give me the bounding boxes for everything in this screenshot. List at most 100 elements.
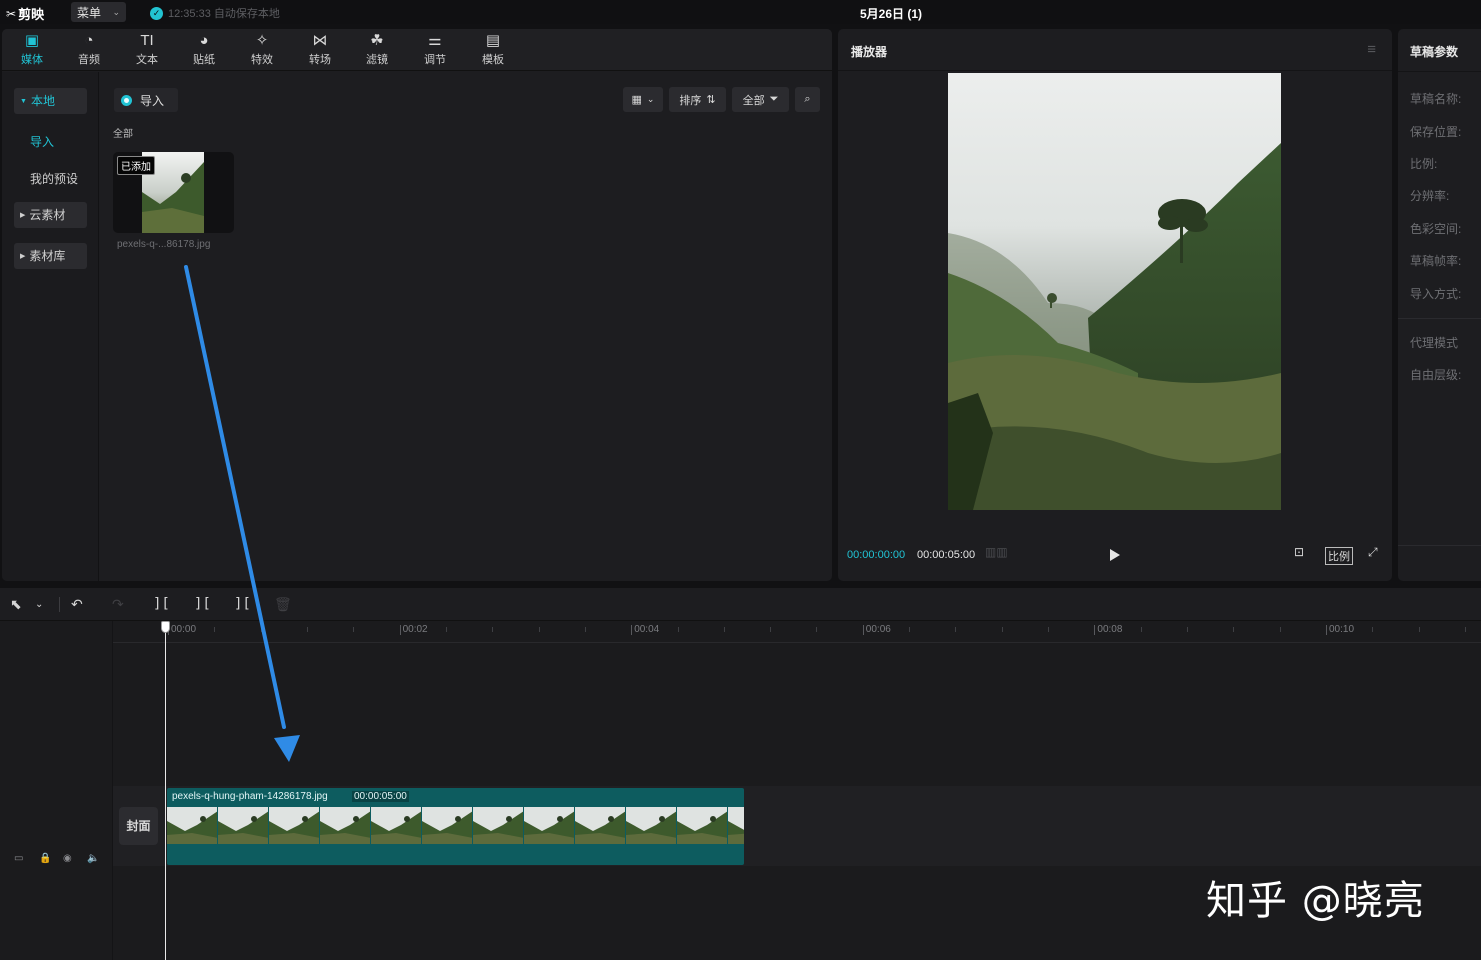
clip-filmstrip <box>167 807 744 844</box>
tab-text[interactable]: TI 文本 <box>120 31 174 69</box>
tab-label: 贴纸 <box>193 54 215 66</box>
ruler-tick <box>1048 627 1050 632</box>
split-icon[interactable]: ][ <box>153 596 170 612</box>
import-icon <box>121 94 132 106</box>
current-time: 00:00:00:00 <box>847 549 906 561</box>
side-item-local[interactable]: ▼ 本地 <box>14 88 87 114</box>
import-button[interactable]: 导入 <box>114 88 178 112</box>
ruler-tick <box>770 627 772 632</box>
project-title: 5月26日 (1) <box>860 7 923 21</box>
hamburger-menu-icon[interactable]: ≡ <box>1367 41 1376 58</box>
media-item-filename: pexels-q-...86178.jpg <box>117 239 211 250</box>
fit-view-icon[interactable]: ⊡ <box>1294 545 1304 559</box>
total-time: 00:00:05:00 <box>917 549 976 561</box>
ruler-label: 00:10 <box>1325 624 1355 635</box>
tab-label: 调节 <box>424 54 446 66</box>
ruler-tick <box>1464 627 1466 632</box>
watermark: 知乎 @晓亮 <box>1206 878 1425 924</box>
tab-label: 模板 <box>482 54 504 66</box>
ruler-label: 00:00 <box>167 624 197 635</box>
volume-icon[interactable]: 🔈 <box>87 853 99 864</box>
trim-left-icon[interactable]: ][ <box>194 596 211 612</box>
draft-params-panel: 草稿参数 草稿名称: 保存位置: 比例: 分辨率: 色彩空间: 草稿帧率: 导入… <box>1398 29 1481 581</box>
ratio-button[interactable]: 比例 <box>1325 547 1353 565</box>
undo-icon[interactable]: ↶ <box>71 596 83 613</box>
ruler-label: 00:06 <box>862 624 891 635</box>
chevron-down-icon: ⌄ <box>646 94 655 104</box>
ruler-tick <box>677 627 679 632</box>
preview-canvas[interactable] <box>948 73 1281 510</box>
sort-label: 排序 <box>679 94 702 107</box>
tab-label: 媒体 <box>21 54 43 66</box>
ruler-tick <box>1187 627 1189 632</box>
filmstrip-frame <box>575 807 626 844</box>
chevron-down-icon: ⌄ <box>112 6 120 17</box>
divider <box>1398 545 1481 546</box>
chevron-down-icon[interactable]: ⌄ <box>35 599 43 610</box>
filter-label: 全部 <box>742 94 765 107</box>
tab-label: 特效 <box>251 54 273 66</box>
media-item-card[interactable]: 已添加 <box>113 152 234 233</box>
added-badge: 已添加 <box>117 156 155 175</box>
ruler-tick <box>1140 627 1142 632</box>
section-label-all: 全部 <box>113 129 133 140</box>
ruler-tick <box>1372 627 1374 632</box>
trim-right-icon[interactable]: ][ <box>234 596 251 612</box>
tab-sticker[interactable]: ◕ 贴纸 <box>177 31 231 69</box>
tab-filter[interactable]: ☘ 滤镜 <box>350 31 404 69</box>
free-layer-label: 自由层级: <box>1410 368 1462 382</box>
side-item-import[interactable]: 导入 <box>30 133 54 150</box>
delete-icon[interactable]: 🗑 <box>274 596 292 613</box>
tab-effects[interactable]: ✧ 特效 <box>235 31 289 69</box>
search-button[interactable]: ⌕ <box>795 87 820 112</box>
tab-transition[interactable]: ⋈ 转场 <box>293 31 347 69</box>
filter-icon: ⏷ <box>769 93 779 105</box>
ratio-label: 比例: <box>1410 157 1438 171</box>
tab-label: 转场 <box>309 54 331 66</box>
grid-view-icon: ▦ <box>631 94 642 106</box>
fullscreen-icon[interactable]: ⤢ <box>1368 545 1378 560</box>
filter-button[interactable]: 全部 ⏷ <box>732 87 789 112</box>
tab-media[interactable]: ▣ 媒体 <box>5 31 59 69</box>
filmstrip-frame <box>269 807 320 844</box>
menu-label: 菜单 <box>77 5 102 20</box>
redo-icon[interactable]: ↷ <box>112 596 124 613</box>
select-cursor-icon[interactable]: ⬉ <box>10 596 22 613</box>
playhead[interactable] <box>165 628 166 960</box>
import-mode-label: 导入方式: <box>1410 287 1462 301</box>
playhead-handle[interactable] <box>161 621 170 633</box>
proxy-mode-label: 代理模式 <box>1410 336 1459 350</box>
tab-adjust[interactable]: ⚌ 调节 <box>408 31 462 69</box>
ruler-tick <box>816 627 818 632</box>
ruler-tick <box>1279 627 1281 632</box>
ruler-tick <box>955 627 957 632</box>
track-type-icon: ▭ <box>14 853 24 864</box>
side-item-my-presets[interactable]: 我的预设 <box>30 170 78 187</box>
draft-name-label: 草稿名称: <box>1410 92 1462 106</box>
video-clip[interactable]: pexels-q-hung-pham-14286178.jpg 00:00:05… <box>167 788 744 865</box>
ruler-tick <box>260 627 262 632</box>
caret-down-icon: ▼ <box>20 98 27 105</box>
media-toolbar: ▣ 媒体 ◔ 音频 TI 文本 ◕ 贴纸 ✧ 特效 ⋈ 转场 ☘ 滤镜 ⚌ 调节 ▤ 模板 <box>2 29 832 71</box>
view-mode-dropdown[interactable]: ▦ ⌄ <box>623 87 663 112</box>
cover-button[interactable]: 封面 <box>119 807 158 845</box>
ruler-tick <box>353 627 355 632</box>
side-item-library[interactable]: ▶ 素材库 <box>14 243 87 269</box>
filter-icon: ☘ <box>370 32 384 49</box>
menu-button[interactable]: 菜单 ⌄ <box>71 2 126 22</box>
timeline-ruler[interactable]: 00:00 00:02 00:04 00:06 00:08 00:10 <box>113 621 1481 643</box>
eye-icon[interactable]: ◉ <box>63 853 72 864</box>
lock-icon[interactable]: 🔒 <box>39 853 51 864</box>
play-icon[interactable] <box>1108 547 1122 563</box>
tab-audio[interactable]: ◔ 音频 <box>62 31 116 69</box>
sort-button[interactable]: 排序 ⇅ <box>669 87 726 112</box>
side-item-local-label: 本地 <box>30 94 55 108</box>
side-item-cloud[interactable]: ▶ 云素材 <box>14 202 87 228</box>
media-panel: ▣ 媒体 ◔ 音频 TI 文本 ◕ 贴纸 ✧ 特效 ⋈ 转场 ☘ 滤镜 ⚌ 调节 ▤ 模板 ▼ 本地 导入 我的预设… <box>2 29 832 581</box>
ruler-label: 00:04 <box>631 624 660 635</box>
draft-params-title: 草稿参数 <box>1410 45 1459 59</box>
timeline-view-icon[interactable]: ▥▥ <box>985 545 1008 559</box>
template-icon: ▤ <box>485 32 501 49</box>
tab-template[interactable]: ▤ 模板 <box>466 31 520 69</box>
search-icon: ⌕ <box>804 93 811 105</box>
